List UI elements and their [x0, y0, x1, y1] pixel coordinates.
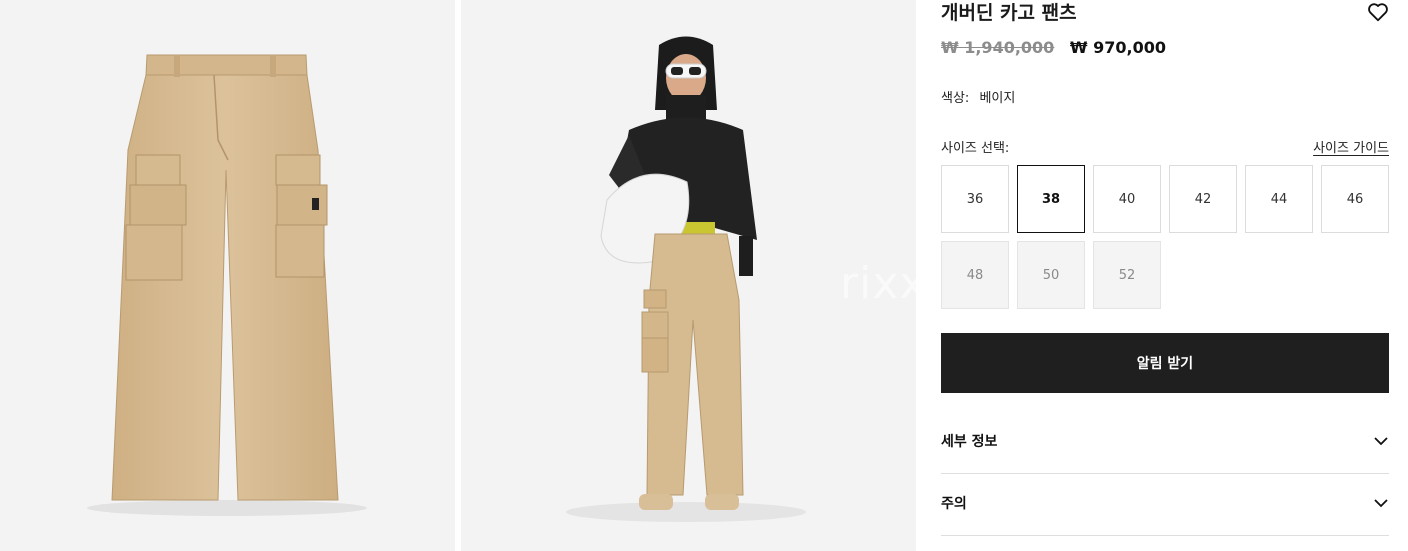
product-info-panel: 개버딘 카고 팬츠 ₩ 1,940,000 ₩ 970,000 색상: 베이지 … [941, 0, 1389, 551]
product-image-flat[interactable] [0, 0, 455, 551]
size-guide-link[interactable]: 사이즈 가이드 [1313, 137, 1389, 156]
watermark: rixx [840, 258, 927, 309]
accordion-caution-label: 주의 [941, 496, 967, 512]
price-row: ₩ 1,940,000 ₩ 970,000 [941, 38, 1166, 57]
sale-price: ₩ 970,000 [1069, 38, 1166, 57]
size-option-36[interactable]: 36 [941, 165, 1009, 233]
product-title: 개버딘 카고 팬츠 [941, 2, 1077, 24]
accordion-details[interactable]: 세부 정보 [941, 410, 1389, 472]
accordion-caution[interactable]: 주의 [941, 472, 1389, 534]
size-option-44[interactable]: 44 [1245, 165, 1313, 233]
size-option-46[interactable]: 46 [1321, 165, 1389, 233]
size-option-48[interactable]: 48 [941, 241, 1009, 309]
size-option-42[interactable]: 42 [1169, 165, 1237, 233]
color-info: 색상: 베이지 [941, 87, 1015, 106]
color-label: 색상: [941, 91, 970, 106]
color-value: 베이지 [979, 91, 1016, 106]
divider [941, 535, 1389, 536]
heart-icon[interactable] [1367, 1, 1389, 23]
size-option-52[interactable]: 52 [1093, 241, 1161, 309]
notify-button[interactable]: 알림 받기 [941, 333, 1389, 393]
cargo-pants-illustration [87, 54, 367, 516]
accordion-details-label: 세부 정보 [941, 434, 998, 450]
product-gallery: rixx [0, 0, 925, 551]
size-option-40[interactable]: 40 [1093, 165, 1161, 233]
chevron-down-icon [1374, 437, 1388, 446]
size-grid: 36 38 40 42 44 46 48 50 52 [941, 165, 1389, 309]
size-option-50[interactable]: 50 [1017, 241, 1085, 309]
size-label: 사이즈 선택: [941, 141, 1010, 156]
size-option-38[interactable]: 38 [1017, 165, 1085, 233]
original-price: ₩ 1,940,000 [941, 38, 1055, 57]
chevron-down-icon [1374, 499, 1388, 508]
